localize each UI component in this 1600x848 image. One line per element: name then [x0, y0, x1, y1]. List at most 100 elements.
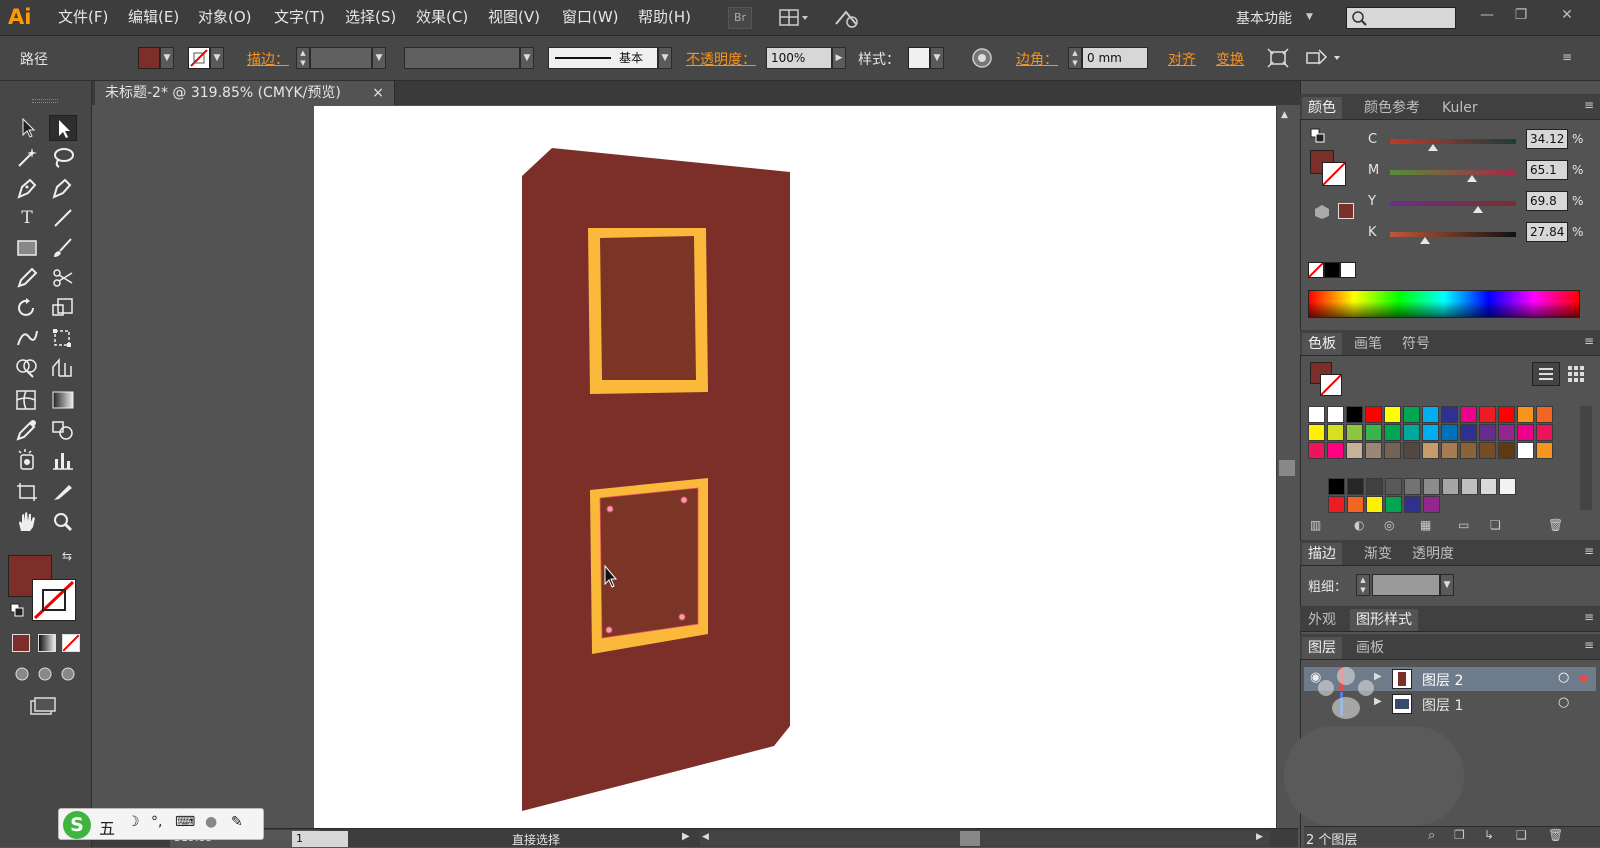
stroke-panel-menu-icon[interactable]: ≡	[1584, 544, 1594, 558]
brush-dropdown[interactable]: ▼	[658, 47, 672, 69]
channel-value-m[interactable]: 65.1	[1526, 160, 1568, 180]
color-swatch[interactable]	[1384, 406, 1401, 423]
color-swatch[interactable]	[1365, 442, 1382, 459]
mesh-tool[interactable]	[13, 387, 41, 413]
stroke-weight-input[interactable]	[310, 47, 372, 69]
color-spectrum[interactable]	[1308, 290, 1580, 318]
tab-appearance[interactable]: 外观	[1302, 609, 1342, 631]
bridge-button[interactable]: Br	[728, 7, 752, 29]
ime-keyboard-icon[interactable]: ⌨	[175, 814, 195, 830]
warp-tool[interactable]	[13, 325, 41, 351]
closest-color-swatch[interactable]	[1338, 203, 1354, 219]
color-swatch[interactable]	[1423, 496, 1440, 513]
color-swatch[interactable]	[1422, 424, 1439, 441]
ime-settings-wrench-icon[interactable]: ✎	[231, 814, 243, 830]
channel-slider-k[interactable]	[1390, 232, 1516, 237]
panel-stroke-weight-dropdown[interactable]: ▼	[1440, 574, 1454, 596]
color-swatch[interactable]	[1423, 478, 1440, 495]
color-swatch[interactable]	[1460, 406, 1477, 423]
workspace-switcher[interactable]: 基本功能	[1236, 8, 1292, 28]
color-swatch[interactable]	[1328, 478, 1345, 495]
scissors-tool[interactable]	[49, 265, 77, 291]
color-swatch[interactable]	[1422, 406, 1439, 423]
tab-brushes[interactable]: 画笔	[1348, 333, 1388, 355]
color-swatch[interactable]	[1327, 406, 1344, 423]
rectangle-tool[interactable]	[13, 235, 41, 261]
channel-slider-thumb[interactable]	[1427, 144, 1438, 151]
color-swatch[interactable]	[1404, 478, 1421, 495]
artboard[interactable]	[314, 106, 1276, 828]
slice-tool[interactable]	[49, 479, 77, 505]
tab-color-guide[interactable]: 颜色参考	[1358, 97, 1426, 119]
color-swatch[interactable]	[1441, 406, 1458, 423]
color-swatch[interactable]	[1479, 424, 1496, 441]
tab-gradient[interactable]: 渐变	[1358, 543, 1398, 565]
color-swatch[interactable]	[1385, 478, 1402, 495]
eyedropper-tool[interactable]	[13, 417, 41, 443]
color-swatch[interactable]	[1460, 424, 1477, 441]
paintbrush-tool[interactable]	[49, 235, 77, 261]
close-document-button[interactable]: ×	[372, 81, 384, 105]
fill-dropdown[interactable]: ▼	[160, 47, 174, 69]
none-swatch[interactable]	[1308, 262, 1324, 278]
color-swatch[interactable]	[1308, 442, 1325, 459]
anchor-point[interactable]	[678, 613, 686, 621]
artboard-number-field[interactable]: 1	[292, 831, 348, 847]
menu-view[interactable]: 视图(V)	[488, 8, 540, 26]
opacity-input[interactable]: 100%	[766, 47, 832, 69]
channel-slider-thumb[interactable]	[1420, 237, 1431, 244]
color-swatch[interactable]	[1479, 406, 1496, 423]
channel-slider-m[interactable]	[1390, 170, 1516, 175]
panel-stroke-stepper[interactable]: ▲ ▼	[1356, 574, 1370, 596]
color-swatch[interactable]	[1461, 478, 1478, 495]
horizontal-scrollbar[interactable]: ◀ ▶	[700, 831, 1270, 846]
symbol-sprayer-tool[interactable]	[13, 447, 41, 473]
ime-mode-label[interactable]: 五	[99, 815, 115, 839]
channel-value-c[interactable]: 34.12	[1526, 129, 1568, 149]
swatch-options-icon[interactable]: ◎	[1384, 518, 1394, 532]
pencil-tool[interactable]	[13, 265, 41, 291]
color-swatch[interactable]	[1517, 424, 1534, 441]
tab-kuler[interactable]: Kuler	[1436, 97, 1484, 119]
color-panel-menu-icon[interactable]: ≡	[1584, 98, 1594, 112]
corner-stepper[interactable]: ▲ ▼	[1068, 47, 1082, 69]
line-segment-tool[interactable]	[49, 205, 77, 231]
anchor-point[interactable]	[680, 496, 688, 504]
panel-stroke-weight-input[interactable]	[1372, 574, 1440, 596]
menu-window[interactable]: 窗口(W)	[562, 8, 619, 26]
swatches-stroke-swatch[interactable]	[1320, 374, 1342, 396]
toolbar-grip[interactable]	[32, 99, 58, 103]
scroll-right-icon[interactable]: ▶	[1256, 832, 1263, 842]
channel-slider-y[interactable]	[1390, 201, 1516, 206]
channel-value-k[interactable]: 27.84	[1526, 222, 1568, 242]
perspective-grid-tool[interactable]	[49, 355, 77, 381]
color-swatch[interactable]	[1536, 442, 1553, 459]
color-swatch[interactable]	[1347, 478, 1364, 495]
color-swatch[interactable]	[1365, 406, 1382, 423]
vertical-scrollbar[interactable]: ▲	[1276, 106, 1298, 828]
channel-slider-thumb[interactable]	[1467, 175, 1478, 182]
layer-target-icon[interactable]: ○	[1558, 695, 1569, 710]
color-swatch[interactable]	[1403, 406, 1420, 423]
color-swatch[interactable]	[1308, 406, 1325, 423]
color-swatch[interactable]	[1498, 442, 1515, 459]
minimize-button[interactable]: —	[1470, 4, 1504, 26]
color-swatch[interactable]	[1442, 478, 1459, 495]
color-swatch[interactable]	[1404, 496, 1421, 513]
lasso-tool[interactable]	[49, 145, 77, 171]
appearance-panel-menu-icon[interactable]: ≡	[1584, 610, 1594, 624]
stroke-weight-dropdown[interactable]: ▼	[372, 47, 386, 69]
swap-fill-stroke-icon[interactable]: ⇆	[62, 549, 80, 565]
graphic-style-swatch[interactable]	[908, 47, 930, 69]
swatch-library-icon[interactable]: ▥	[1310, 518, 1321, 532]
color-swatch[interactable]	[1327, 442, 1344, 459]
help-search-input[interactable]	[1346, 7, 1456, 29]
locate-object-icon[interactable]: ⌕	[1428, 828, 1435, 843]
upper-window-pane[interactable]	[600, 236, 696, 380]
tab-swatches[interactable]: 色板	[1302, 333, 1342, 355]
anchor-point[interactable]	[605, 626, 613, 634]
scroll-thumb[interactable]	[1279, 460, 1295, 476]
channel-slider-c[interactable]	[1390, 139, 1516, 144]
layer-name[interactable]: 图层 2	[1422, 670, 1463, 690]
selection-tool[interactable]	[13, 115, 41, 141]
